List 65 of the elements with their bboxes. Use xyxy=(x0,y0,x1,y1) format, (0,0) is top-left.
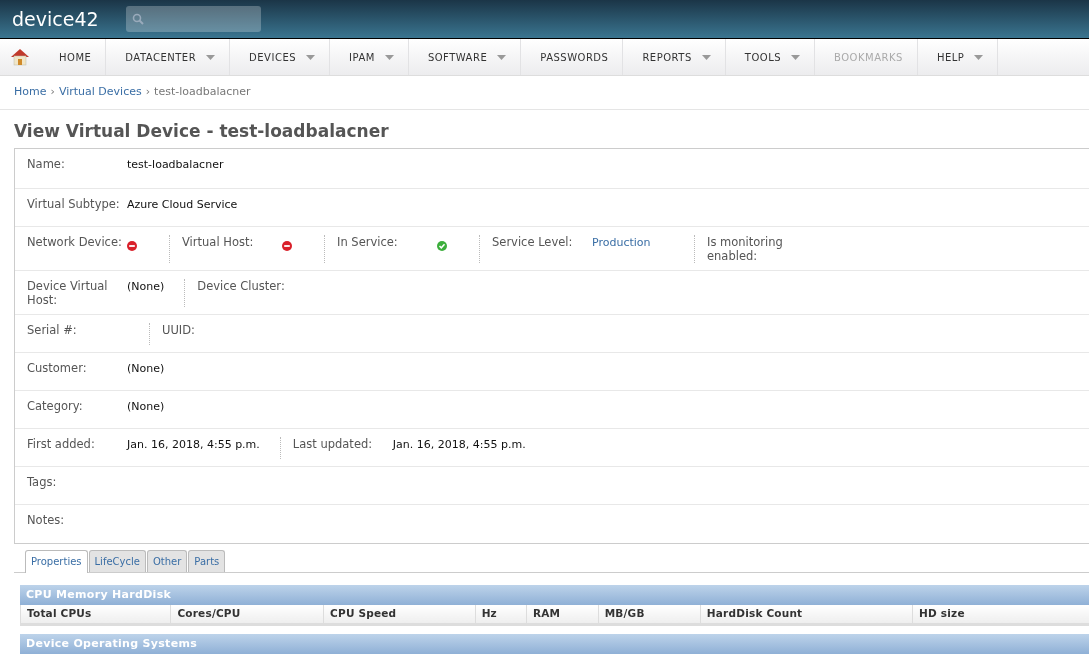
breadcrumb-current: test-loadbalacner xyxy=(154,84,251,101)
column-header: MB/GB xyxy=(598,605,701,625)
column-header: HD size xyxy=(912,605,1089,625)
field-value: Azure Cloud Service xyxy=(127,196,239,213)
column-header: Total CPUs xyxy=(20,605,171,625)
nav-item[interactable]: SOFTWARE xyxy=(408,39,522,75)
nav-item[interactable]: PASSWORDS xyxy=(521,39,624,75)
section-header: CPU Memory HardDisk xyxy=(20,584,1089,605)
caret-icon xyxy=(497,54,507,60)
nav-item[interactable]: REPORTS xyxy=(623,39,726,75)
field-label: Last updated: xyxy=(292,436,374,453)
field-label: In Service: xyxy=(337,234,399,251)
home-icon[interactable] xyxy=(10,48,30,66)
field-value: test-loadbalacner xyxy=(127,156,225,173)
field-label: Device Virtual Host: xyxy=(27,278,109,307)
column-header: RAM xyxy=(526,605,599,625)
section-header: Device Operating Systems xyxy=(20,633,1089,655)
field-label: UUID: xyxy=(162,322,196,339)
tab[interactable]: LifeCycle xyxy=(88,549,146,572)
tab[interactable]: Parts xyxy=(188,549,226,572)
field-value: (None) xyxy=(127,278,166,295)
column-header: HardDisk Count xyxy=(700,605,913,625)
caret-icon xyxy=(974,54,984,60)
breadcrumb-link[interactable]: Home xyxy=(14,84,47,101)
field-value: Jan. 16, 2018, 4:55 p.m. xyxy=(392,436,527,453)
page-title: View Virtual Device - test-loadbalacner xyxy=(14,120,390,143)
field-label: First added: xyxy=(27,436,96,453)
field-label: Name: xyxy=(27,156,66,173)
nav-item[interactable]: TOOLS xyxy=(725,39,816,75)
caret-icon xyxy=(306,54,316,60)
column-header: Hz xyxy=(475,605,527,625)
breadcrumb-separator: › xyxy=(50,84,55,101)
breadcrumb-separator: › xyxy=(145,84,151,101)
caret-icon xyxy=(206,54,216,60)
tab[interactable]: Properties xyxy=(25,549,88,573)
nav-item[interactable]: DATACENTER xyxy=(106,39,231,75)
caret-icon xyxy=(701,54,711,60)
field-value: (None) xyxy=(127,398,166,415)
caret-icon xyxy=(384,54,394,60)
field-value: Jan. 16, 2018, 4:55 p.m. xyxy=(127,436,261,453)
field-label: Device Cluster: xyxy=(197,278,286,295)
field-label: Virtual Host: xyxy=(182,234,255,251)
column-header: Cores/CPU xyxy=(170,605,324,625)
field-label: Category: xyxy=(27,398,84,415)
nav-item[interactable]: HELP xyxy=(917,39,999,75)
tab[interactable]: Other xyxy=(146,549,188,572)
nav-item[interactable]: HOME xyxy=(40,39,107,75)
field-label: Serial #: xyxy=(27,322,78,339)
search-icon xyxy=(132,13,144,25)
field-label: Customer: xyxy=(27,360,88,377)
column-header: CPU Speed xyxy=(323,605,476,625)
caret-icon xyxy=(791,54,801,60)
field-label: Service Level: xyxy=(492,234,574,251)
field-label: Virtual Subtype: xyxy=(27,196,121,213)
field-label: Is monitoring enabled: xyxy=(707,234,784,263)
breadcrumb-link[interactable]: Virtual Devices xyxy=(58,84,142,101)
field-label: Tags: xyxy=(27,474,58,491)
service-level-link[interactable]: Production xyxy=(592,235,651,249)
field-label: Network Device: xyxy=(27,234,123,251)
logo[interactable]: device42 xyxy=(12,4,126,34)
field-label: Notes: xyxy=(27,512,66,529)
nav-item[interactable]: IPAM xyxy=(330,39,409,75)
field-value: (None) xyxy=(127,360,166,377)
nav-item[interactable]: DEVICES xyxy=(230,39,331,75)
search-field[interactable] xyxy=(126,6,261,32)
